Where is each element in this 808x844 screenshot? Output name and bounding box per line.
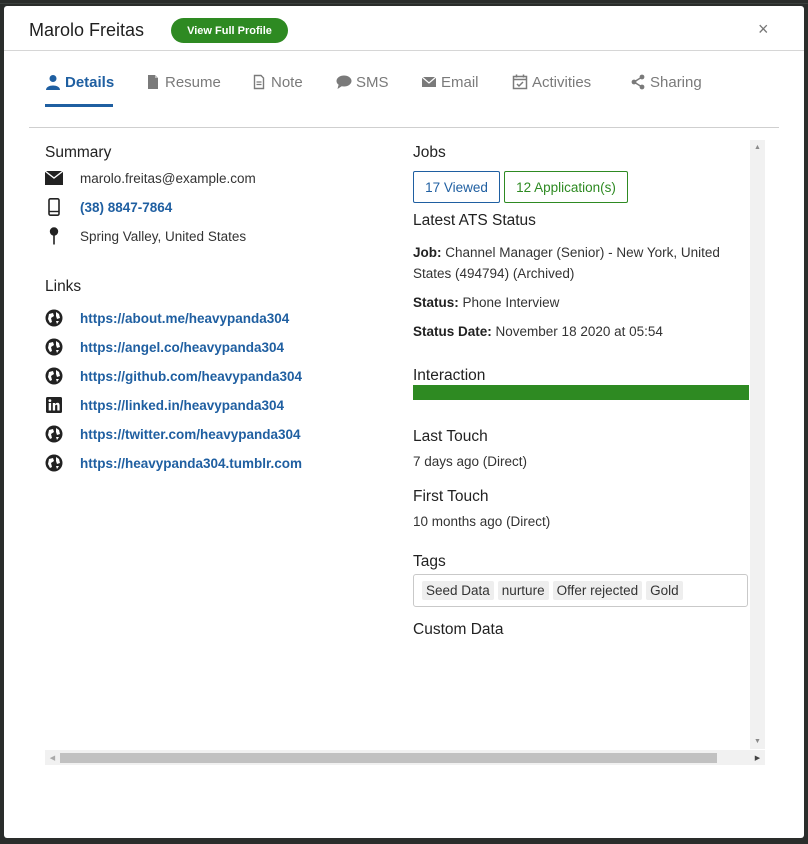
tab-sms[interactable]: SMS (336, 68, 389, 96)
tags-heading: Tags (413, 553, 446, 570)
tab-email[interactable]: Email (421, 68, 479, 96)
ats-job-value: Channel Manager (Senior) - New York, Uni… (413, 245, 720, 281)
tags-input[interactable]: Seed Data nurture Offer rejected Gold (413, 574, 748, 607)
tab-label: Resume (165, 73, 221, 91)
summary-email: marolo.freitas@example.com (80, 170, 256, 186)
globe-icon (45, 309, 63, 327)
summary-phone-row: (38) 8847-7864 (45, 198, 375, 216)
interaction-bar (413, 385, 749, 400)
link-item: https://linked.in/heavypanda304 (45, 396, 375, 414)
ats-date-value: November 18 2020 at 05:54 (495, 324, 663, 339)
tab-bar: Details Resume Note SMS Email Activities… (4, 50, 804, 128)
file-text-icon (253, 74, 265, 90)
horizontal-scroll-thumb[interactable] (60, 753, 717, 763)
scroll-left-icon[interactable]: ◀ (45, 750, 60, 765)
interaction-heading: Interaction (413, 367, 486, 384)
first-touch-heading: First Touch (413, 488, 489, 505)
tab-label: Sharing (650, 73, 702, 91)
last-touch-value: 7 days ago (Direct) (413, 454, 528, 469)
ats-status-value: Phone Interview (462, 295, 560, 310)
scroll-down-icon[interactable]: ▼ (750, 734, 765, 749)
mobile-phone-icon (45, 198, 63, 216)
link-url[interactable]: https://angel.co/heavypanda304 (80, 340, 284, 355)
scroll-up-icon[interactable]: ▲ (750, 140, 765, 155)
horizontal-scrollbar[interactable]: ◀ ▶ (45, 750, 765, 765)
tab-label: Note (271, 73, 303, 91)
globe-icon (45, 454, 63, 472)
link-item: https://twitter.com/heavypanda304 (45, 425, 375, 443)
summary-phone[interactable]: (38) 8847-7864 (80, 200, 172, 215)
ats-status: Status: Phone Interview (413, 292, 743, 313)
link-url[interactable]: https://github.com/heavypanda304 (80, 369, 302, 384)
user-icon (46, 75, 60, 90)
vertical-scrollbar[interactable]: ▲ ▼ (750, 140, 765, 749)
tab-note[interactable]: Note (251, 68, 303, 96)
summary-location-row: Spring Valley, United States (45, 227, 375, 245)
candidate-name: Marolo Freitas (29, 20, 145, 40)
share-icon (631, 74, 645, 90)
envelope-icon (421, 76, 437, 87)
tag-chip[interactable]: Seed Data (422, 581, 494, 600)
last-touch-heading: Last Touch (413, 428, 488, 445)
details-panel: Summary marolo.freitas@example.com (38) … (4, 128, 804, 838)
jobs-applications-button[interactable]: 12 Application(s) (504, 171, 628, 203)
ats-status-label: Status: (413, 295, 459, 310)
ats-status-date: Status Date: November 18 2020 at 05:54 (413, 321, 743, 342)
ats-job-label: Job: (413, 245, 442, 260)
first-touch-value: 10 months ago (Direct) (413, 514, 551, 529)
tab-activities[interactable]: Activities (512, 68, 591, 96)
file-icon (148, 75, 158, 89)
globe-icon (45, 338, 63, 356)
ats-date-label: Status Date: (413, 324, 492, 339)
tab-sharing[interactable]: Sharing (630, 68, 702, 96)
link-url[interactable]: https://about.me/heavypanda304 (80, 311, 289, 326)
link-url[interactable]: https://twitter.com/heavypanda304 (80, 427, 301, 442)
view-full-profile-button[interactable]: View Full Profile (171, 18, 288, 43)
link-item: https://about.me/heavypanda304 (45, 309, 375, 327)
candidate-modal: Marolo Freitas View Full Profile × Detai… (4, 6, 804, 838)
link-item: https://heavypanda304.tumblr.com (45, 454, 375, 472)
summary-email-row: marolo.freitas@example.com (45, 169, 375, 187)
scroll-right-icon[interactable]: ▶ (750, 750, 765, 765)
linkedin-icon (45, 396, 63, 414)
active-tab-indicator (45, 104, 113, 107)
custom-data-heading: Custom Data (413, 621, 504, 638)
envelope-icon (45, 169, 63, 187)
tab-label: Details (65, 73, 115, 91)
link-url[interactable]: https://heavypanda304.tumblr.com (80, 456, 302, 471)
ats-job: Job: Channel Manager (Senior) - New York… (413, 242, 743, 284)
summary-location: Spring Valley, United States (80, 228, 247, 244)
ats-heading: Latest ATS Status (413, 212, 536, 229)
modal-header: Marolo Freitas View Full Profile × (4, 6, 804, 51)
map-pin-icon (45, 227, 63, 245)
tab-resume[interactable]: Resume (145, 68, 221, 96)
tab-label: Activities (532, 73, 592, 91)
globe-icon (45, 367, 63, 385)
jobs-viewed-button[interactable]: 17 Viewed (413, 171, 500, 203)
globe-icon (45, 425, 63, 443)
link-item: https://angel.co/heavypanda304 (45, 338, 375, 356)
chat-bubble-icon (336, 75, 352, 89)
tag-chip[interactable]: nurture (497, 581, 549, 600)
link-url[interactable]: https://linked.in/heavypanda304 (80, 398, 284, 413)
tag-chip[interactable]: Gold (646, 581, 683, 600)
links-heading: Links (45, 278, 82, 295)
calendar-check-icon (512, 74, 528, 90)
summary-heading: Summary (45, 144, 112, 161)
tab-label: SMS (356, 73, 389, 91)
jobs-heading: Jobs (413, 144, 446, 161)
tab-details[interactable]: Details (45, 68, 114, 96)
close-icon[interactable]: × (758, 19, 769, 39)
link-item: https://github.com/heavypanda304 (45, 367, 375, 385)
tag-chip[interactable]: Offer rejected (552, 581, 643, 600)
tab-label: Email (441, 73, 479, 91)
